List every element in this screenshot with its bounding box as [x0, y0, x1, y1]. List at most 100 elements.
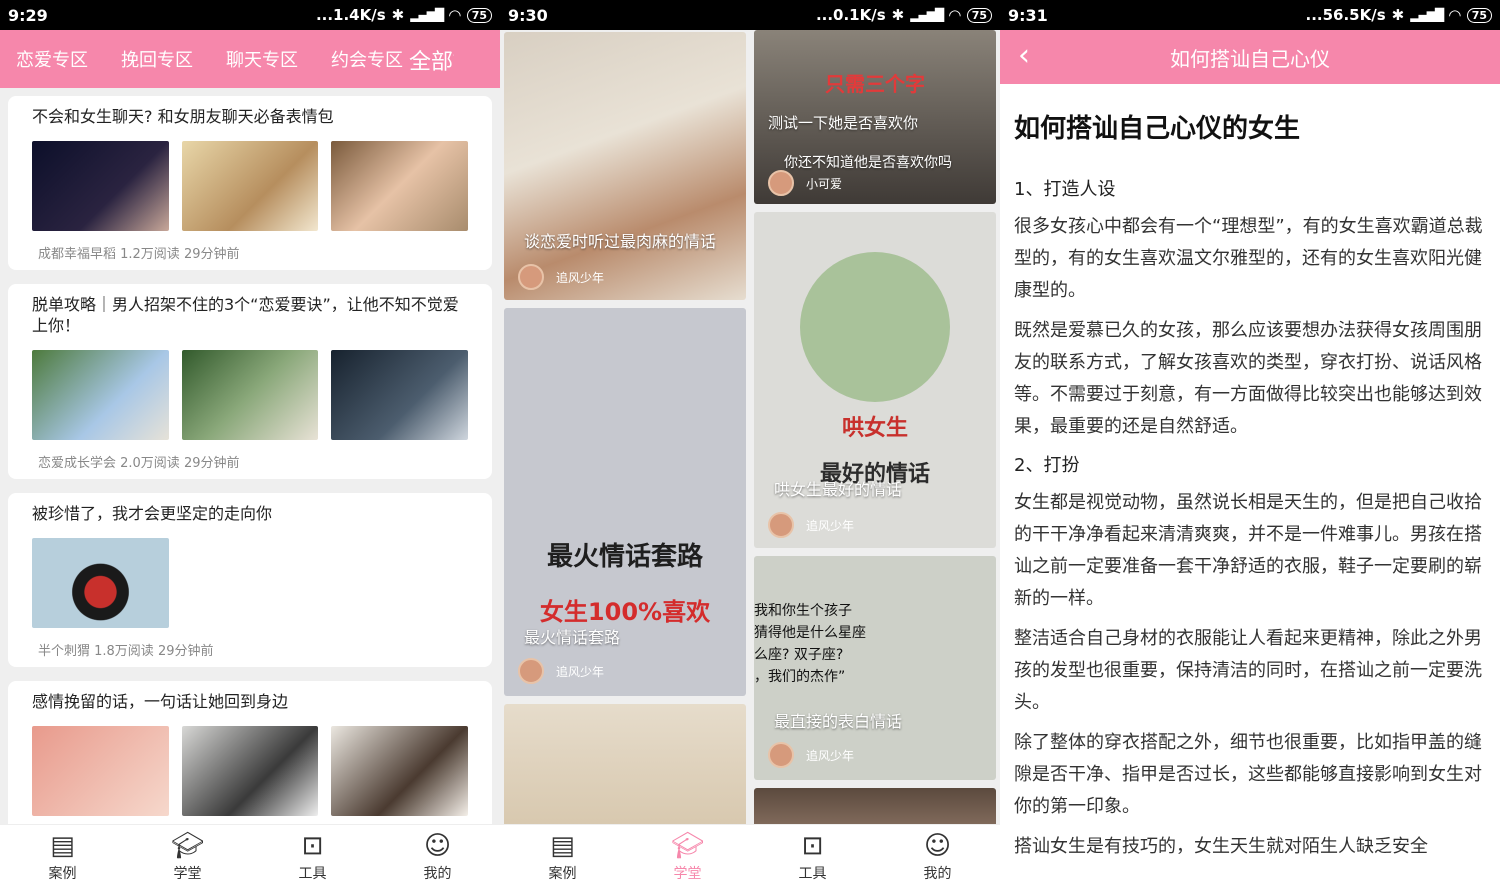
thumbnail-image: [32, 726, 169, 816]
bluetooth-icon: ✱: [391, 6, 405, 24]
tile-card[interactable]: 哄女生 最好的情话 哄女生最好的情话 追风少年: [754, 212, 996, 548]
nav-tools[interactable]: ⊡ 工具: [268, 831, 358, 883]
graduation-cap-icon: 🎓︎: [670, 830, 704, 861]
status-time: 9:29: [8, 5, 48, 25]
nav-cases[interactable]: ▤ 案例: [518, 831, 608, 883]
signal-icon: ▂▄▆█: [1410, 8, 1444, 22]
tile-title: 哄女生最好的情话: [774, 480, 903, 499]
nav-label: 学堂: [673, 865, 702, 882]
network-speed: ...0.1K/s: [815, 6, 886, 24]
paragraph: 很多女孩心中都会有一个“理想型”，有的女生喜欢霸道总裁型的，有的女生喜欢温文尔雅…: [1014, 216, 1483, 301]
thumbnail-image: [32, 350, 169, 440]
avatar: [768, 512, 794, 538]
wifi-icon: ◠: [1449, 6, 1461, 24]
tile-card[interactable]: 我和你生个孩子 猜得他是什么星座 么座? 双子座? ，我们的杰作” 最直接的表白…: [754, 556, 996, 780]
item-meta: 成都幸福早稻 1.2万阅读 29分钟前: [38, 247, 240, 262]
tile-card[interactable]: 只需三个字 测试一下她是否喜欢你 你还不知道他是否喜欢你吗 小可爱: [754, 30, 996, 204]
nav-label: 我的: [923, 865, 952, 882]
item-title: 感情挽留的话，一句话让她回到身边: [32, 692, 289, 711]
list-item[interactable]: 不会和女生聊天? 和女朋友聊天必备表情包 成都幸福早稻 1.2万阅读 29分钟前: [8, 96, 492, 270]
screen-feed: 9:29 ...1.4K/s ✱ ▂▄▆█ ◠ 75 恋爱专区 挽回专区 聊天专…: [0, 0, 500, 888]
thumbnail-image: [32, 141, 169, 231]
item-meta: 半个刺猬 1.8万阅读 29分钟前: [38, 644, 214, 659]
section-heading: 2、打扮: [1014, 455, 1080, 476]
tab-recover[interactable]: 挽回专区: [121, 46, 193, 72]
status-time: 9:31: [1008, 5, 1048, 25]
nav-label: 工具: [798, 865, 827, 882]
avatar: [518, 658, 544, 684]
paragraph: 除了整体的穿衣搭配之外，细节也很重要，比如指甲盖的缝隙是否干净、指甲是否过长，这…: [1014, 732, 1482, 817]
nav-cases[interactable]: ▤ 案例: [18, 831, 108, 883]
tile-title: 最直接的表白情话: [774, 712, 903, 731]
thumbnail-image: [331, 141, 469, 231]
tile-art-headline: 只需三个字: [825, 72, 925, 96]
author-name: 追风少年: [556, 270, 605, 285]
nav-me[interactable]: ☺ 我的: [393, 831, 483, 883]
paragraph: 既然是爱慕已久的女孩，那么应该要想办法获得女孩周围朋友的联系方式，了解女孩喜欢的…: [1014, 320, 1482, 437]
tile-art-subline: 测试一下她是否喜欢你: [768, 114, 919, 132]
paragraph: 搭讪女生是有技巧的，女生天生就对陌生人缺乏安全: [1014, 836, 1428, 857]
bottom-nav: ▤ 案例 🎓︎ 学堂 ⊡ 工具 ☺ 我的: [0, 824, 500, 888]
tile-card[interactable]: 最火情话套路 女生100%喜欢 最火情话套路 追风少年: [504, 308, 746, 696]
tile-author: 追风少年: [518, 264, 604, 290]
back-arrow-icon[interactable]: ‹: [1018, 38, 1030, 73]
nav-label: 工具: [298, 865, 327, 882]
graduation-cap-icon: 🎓︎: [170, 830, 204, 861]
toolbox-icon: ⊡: [301, 830, 324, 861]
tile-card[interactable]: [504, 704, 746, 834]
tile-title: 最火情话套路: [524, 628, 621, 647]
item-title: 不会和女生聊天? 和女朋友聊天必备表情包: [32, 107, 334, 126]
nav-tools[interactable]: ⊡ 工具: [768, 831, 858, 883]
thumbnail-image: [331, 350, 469, 440]
bluetooth-icon: ✱: [1391, 6, 1405, 24]
thumbnail-image: [32, 538, 169, 628]
nav-label: 我的: [423, 865, 452, 882]
battery-icon: 75: [1466, 7, 1492, 23]
handwritten-lines: 我和你生个孩子 猜得他是什么星座 么座? 双子座? ，我们的杰作”: [754, 600, 866, 688]
handwritten-line: 猜得他是什么星座: [754, 625, 866, 641]
list-item[interactable]: 脱单攻略｜男人招架不住的3个“恋爱要诀”，让他不知不觉爱上你！ 恋爱成长学会 2…: [8, 284, 492, 479]
list-item[interactable]: 被珍惜了，我才会更坚定的走向你 半个刺猬 1.8万阅读 29分钟前: [8, 493, 492, 667]
tile-card[interactable]: 谈恋爱时听过最肉麻的情话 追风少年: [504, 32, 746, 300]
article-title: 如何搭讪自己心仪的女生: [1014, 114, 1301, 144]
thumbnail-image: [181, 726, 319, 816]
nav-label: 案例: [48, 865, 77, 882]
tab-date[interactable]: 约会专区: [331, 46, 403, 72]
network-speed: ...1.4K/s: [315, 6, 386, 24]
nav-me[interactable]: ☺ 我的: [893, 831, 983, 883]
tile-title: 谈恋爱时听过最肉麻的情话: [524, 232, 717, 251]
battery-icon: 75: [466, 7, 492, 23]
thumbnail-image: [181, 350, 319, 440]
smile-icon: ☺: [923, 830, 952, 861]
nav-label: 案例: [548, 865, 577, 882]
nav-school[interactable]: 🎓︎ 学堂: [143, 831, 233, 883]
nav-school[interactable]: 🎓︎ 学堂: [643, 831, 733, 883]
tab-all[interactable]: 全部: [402, 44, 453, 76]
signal-icon: ▂▄▆█: [910, 8, 944, 22]
thumbnail-image: [181, 141, 319, 231]
avatar: [768, 170, 794, 196]
toolbox-icon: ⊡: [801, 830, 824, 861]
wifi-icon: ◠: [949, 6, 961, 24]
tab-love[interactable]: 恋爱专区: [16, 46, 88, 72]
tile-art-headline: 最火情话套路: [546, 542, 703, 572]
tile-art-headline: 哄女生: [841, 416, 908, 441]
battery-icon: 75: [966, 7, 992, 23]
tile-author: 追风少年: [768, 512, 854, 538]
signal-icon: ▂▄▆█: [410, 8, 444, 22]
thumbnail-image: [331, 726, 469, 816]
list-item[interactable]: 感情挽留的话，一句话让她回到身边: [8, 681, 492, 836]
handwritten-line: 么座? 双子座?: [754, 647, 844, 663]
network-speed: ...56.5K/s: [1305, 6, 1386, 24]
screen-article: 9:31 ...56.5K/s ✱ ▂▄▆█ ◠ 75 ‹ 如何搭讪自己心仪 如…: [1000, 0, 1500, 888]
author-name: 追风少年: [556, 664, 605, 679]
page-title: 如何搭讪自己心仪: [1170, 46, 1330, 71]
item-meta: 恋爱成长学会 2.0万阅读 29分钟前: [38, 456, 240, 471]
smile-icon: ☺: [423, 830, 452, 861]
article-header: ‹ 如何搭讪自己心仪: [1000, 30, 1500, 84]
tab-chat[interactable]: 聊天专区: [226, 46, 298, 72]
handwritten-line: 我和你生个孩子: [754, 603, 852, 619]
item-title: 脱单攻略｜男人招架不住的3个“恋爱要诀”，让他不知不觉爱上你！: [32, 295, 459, 335]
paragraph: 整洁适合自己身材的衣服能让人看起来更精神，除此之外男孩的发型也很重要，保持清洁的…: [1014, 628, 1482, 713]
bottom-nav: ▤ 案例 🎓︎ 学堂 ⊡ 工具 ☺ 我的: [500, 824, 1000, 888]
